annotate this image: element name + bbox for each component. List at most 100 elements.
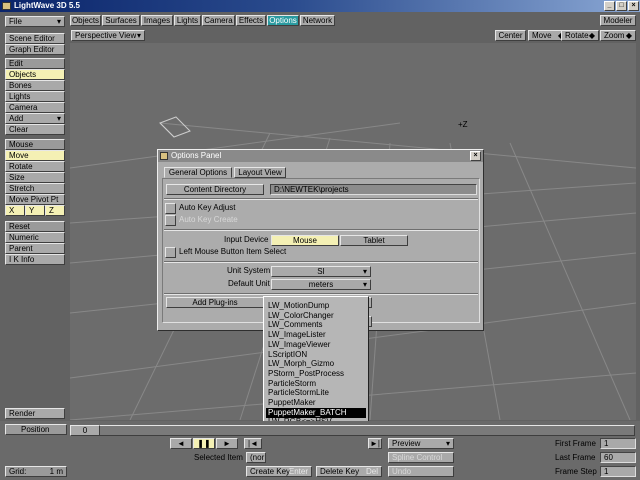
window-title: LightWave 3D 5.5 [14,1,80,10]
mouse-move-button[interactable]: Move [5,150,65,161]
frame-slider-handle[interactable]: 0 [70,425,100,436]
mouse-size-button[interactable]: Size [5,172,65,183]
render-button[interactable]: Render [5,408,65,419]
edit-bones-button[interactable]: Bones [5,80,65,91]
plugin-menu-item[interactable]: LW_Comments [266,320,366,330]
parent-button[interactable]: Parent [5,243,65,254]
auto-key-create-checkbox[interactable] [165,215,176,226]
tab-network[interactable]: Network [300,15,335,26]
left-mouse-select-label: Left Mouse Button Item Select [179,247,287,256]
zoom-view-button[interactable]: Zoom ◆ [600,30,636,41]
grid-info: Grid: 1 m [5,466,67,477]
tab-lights[interactable]: Lights [174,15,201,26]
move-pivot-button[interactable]: Move Pivot Pt [5,194,65,205]
input-device-label: Input Device [224,235,269,244]
divider [164,261,478,263]
zoom-icon: ◆ [625,31,632,40]
input-tablet-toggle[interactable]: Tablet [340,235,408,246]
tab-images[interactable]: Images [141,15,173,26]
add-plugins-button[interactable]: Add Plug-ins [166,297,264,308]
tab-effects[interactable]: Effects [236,15,266,26]
default-unit-select[interactable]: meters ▾ [271,279,371,290]
pause-icon[interactable]: ❚❚ [193,438,215,449]
skip-end-icon[interactable]: ►| [368,438,382,449]
rotate-view-button[interactable]: Rotate ◆ [561,30,599,41]
auto-key-adjust-label: Auto Key Adjust [179,203,236,212]
timeline-slider[interactable] [70,425,635,436]
delete-key-button[interactable]: Delete Key Del [316,466,382,477]
plugin-menu-item[interactable]: ParticleStorm [266,379,366,389]
frame-step-label: Frame Step [555,467,597,476]
content-directory-button[interactable]: Content Directory [166,184,264,195]
plugin-menu-item[interactable]: LW_ImageViewer [266,340,366,350]
scene-editor-button[interactable]: Scene Editor [5,33,65,44]
left-mouse-select-checkbox[interactable] [165,247,176,258]
tab-general-options[interactable]: General Options [164,167,232,178]
app-icon [2,2,11,10]
content-directory-field[interactable]: D:\NEWTEK\projects [270,184,477,195]
file-menu[interactable]: File ▾ [5,16,65,27]
preview-menu[interactable]: Preview ▾ [388,438,454,449]
chevron-down-icon: ▾ [56,17,61,26]
first-frame-field[interactable]: 1 [600,438,636,449]
selected-item-select[interactable]: (nor [246,452,266,463]
plugin-menu-item[interactable]: PuppetMaker [266,398,366,408]
minimize-icon[interactable]: _ [604,1,615,11]
plugin-menu-item[interactable]: LW_MotionDump [266,301,366,311]
tab-surfaces[interactable]: Surfaces [102,15,140,26]
create-key-button[interactable]: Create Key Enter [246,466,312,477]
zoom-label: Zoom [604,31,625,40]
modeler-button[interactable]: Modeler [600,15,636,26]
default-unit-value: meters [308,280,334,289]
mouse-header: Mouse [5,139,65,150]
clear-button[interactable]: Clear [5,124,65,135]
add-menu[interactable]: Add ▾ [5,113,65,124]
delete-key-label: Delete Key [320,467,360,476]
first-frame-label: First Frame [555,439,596,448]
unit-system-select[interactable]: SI ▾ [271,266,371,277]
skip-start-icon[interactable]: |◄ [244,438,262,449]
move-label: Move [532,31,552,40]
unit-system-value: SI [317,267,325,276]
input-mouse-toggle[interactable]: Mouse [271,235,339,246]
auto-key-adjust-checkbox[interactable] [165,203,176,214]
frame-step-field[interactable]: 1 [600,466,636,477]
edit-objects-button[interactable]: Objects [5,69,65,80]
play-forward-icon[interactable]: ► [216,438,238,449]
auto-key-create-label: Auto Key Create [179,215,238,224]
edit-lights-button[interactable]: Lights [5,91,65,102]
chevron-down-icon: ▾ [56,114,61,123]
plugin-menu-item[interactable]: LW_Morph_Gizmo [266,359,366,369]
plugin-menu-item[interactable]: PStorm_PostProcess [266,369,366,379]
axis-y-toggle[interactable]: Y [25,205,45,216]
tab-options[interactable]: Options [267,15,299,26]
view-select[interactable]: Perspective View ▾ [71,30,145,41]
tab-objects[interactable]: Objects [70,15,101,26]
plugin-menu-item[interactable]: LW_ImageLister [266,330,366,340]
divider [164,293,478,295]
tab-layout-view[interactable]: Layout View [234,167,286,178]
edit-camera-button[interactable]: Camera [5,102,65,113]
graph-editor-button[interactable]: Graph Editor [5,44,65,55]
spline-control-button[interactable]: Spline Control [388,452,454,463]
create-key-label: Create Key [250,467,291,476]
mouse-stretch-button[interactable]: Stretch [5,183,65,194]
undo-button[interactable]: Undo [388,466,454,477]
plugin-menu-item[interactable]: ParticleStormLite [266,388,366,398]
plugin-menu-item[interactable]: LScriptION [266,350,366,360]
play-reverse-icon[interactable]: ◄ [170,438,192,449]
axis-x-toggle[interactable]: X [5,205,25,216]
center-button[interactable]: Center [495,30,526,41]
axis-z-toggle[interactable]: Z [45,205,65,216]
close-icon[interactable]: × [470,151,481,161]
close-icon[interactable]: × [628,1,639,11]
ik-info-button[interactable]: I K Info [5,254,65,265]
selected-item-label: Selected Item [194,453,243,462]
maximize-icon[interactable]: □ [616,1,627,11]
plugin-menu-item[interactable]: LW_ColorChanger [266,311,366,321]
last-frame-field[interactable]: 60 [600,452,636,463]
mouse-rotate-button[interactable]: Rotate [5,161,65,172]
tab-camera[interactable]: Camera [202,15,235,26]
plugin-menu-item[interactable]: PuppetMaker_BATCH [266,407,366,418]
numeric-button[interactable]: Numeric [5,232,65,243]
